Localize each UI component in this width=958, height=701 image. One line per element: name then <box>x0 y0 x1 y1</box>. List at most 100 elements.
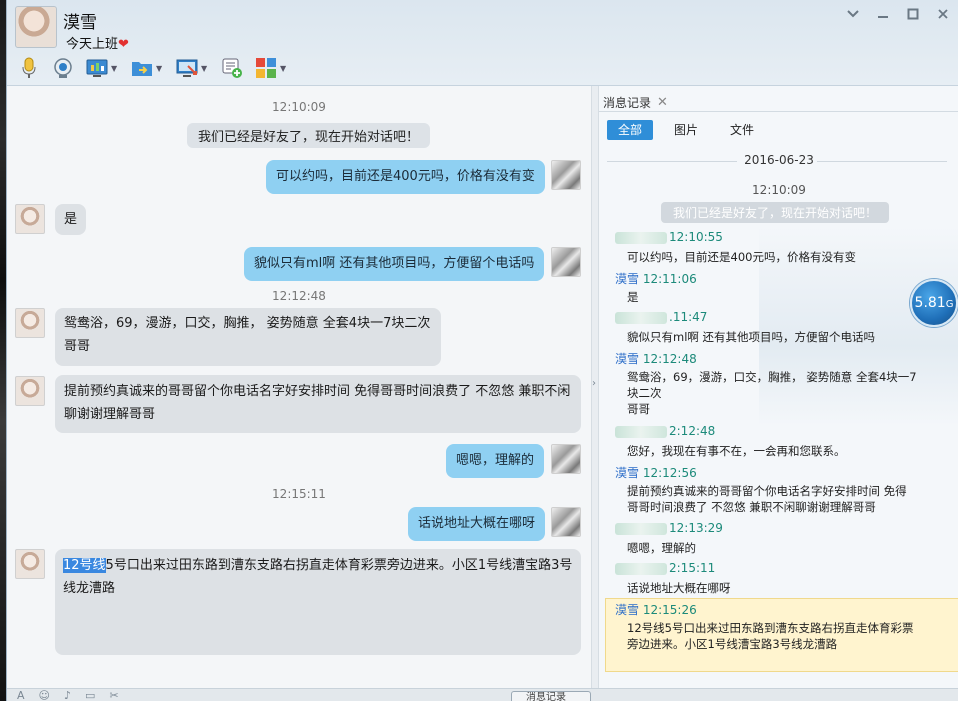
chat-window: 漠雪 今天上班❤ ▼ ▼ ▼ ▼ 12:10:09 我们已经是好友了，现在开始对… <box>6 0 958 701</box>
chevron-right-icon[interactable]: › <box>592 378 599 389</box>
contact-name[interactable]: 漠雪 <box>63 8 97 33</box>
history-entry-text[interactable]: 话说地址大概在哪呀 <box>627 580 932 596</box>
my-avatar[interactable] <box>551 507 581 537</box>
history-entry-text[interactable]: 是 <box>627 289 932 305</box>
screen-share-icon <box>86 57 108 79</box>
input-toolbar: A ☺ ♪ ▭ ✂ 消息记录 <box>7 688 958 701</box>
maximize-icon[interactable] <box>905 8 921 24</box>
contact-avatar-small[interactable] <box>15 204 45 234</box>
system-message: 我们已经是好友了，现在开始对话吧！ <box>187 123 431 148</box>
minimize-icon[interactable] <box>875 8 891 24</box>
caret-down-icon[interactable]: ▼ <box>201 64 209 73</box>
history-entry-meta: 2:15:11 <box>615 561 715 575</box>
entry-line: 哥哥 <box>627 402 650 416</box>
history-entry-text[interactable]: 鸳鸯浴，69，漫游，口交，胸推， 姿势随意 全套4块一7 块二次 哥哥 <box>627 369 932 417</box>
filter-files[interactable]: 文件 <box>719 120 765 140</box>
blurred-name <box>615 522 667 535</box>
message-bubble-outgoing[interactable]: 貌似只有ml啊 还有其他项目吗，方便留个电话吗 <box>244 247 545 281</box>
entry-name: 漠雪 <box>615 466 640 480</box>
entry-line: 12号线5号口出来过田东路到漕东支路右拐直走体育彩票 <box>627 621 914 635</box>
blurred-name <box>615 425 667 438</box>
screen-share-button[interactable]: ▼ <box>83 55 122 81</box>
close-icon[interactable] <box>935 8 951 24</box>
file-transfer-icon <box>131 57 153 79</box>
history-entry-meta: 2:12:48 <box>615 424 715 438</box>
blurred-name <box>615 231 667 244</box>
tab-message-history[interactable]: 消息记录 ✕ <box>603 92 668 112</box>
message-bubble-incoming[interactable]: 提前预约真诚来的哥哥留个你电话名字好安排时间 免得哥哥时间浪费了 不忽悠 兼职不… <box>55 375 581 433</box>
message-bubble-outgoing[interactable]: 嗯嗯，理解的 <box>446 444 545 478</box>
chat-header: 漠雪 今天上班❤ ▼ ▼ ▼ ▼ <box>7 0 958 86</box>
entry-time: 2:15:11 <box>669 561 716 575</box>
apps-button[interactable]: ▼ <box>252 55 291 81</box>
history-filters: 全部 图片 文件 <box>607 120 765 140</box>
entry-name: 漠雪 <box>615 603 640 617</box>
message-line: 哥哥 <box>64 339 91 354</box>
message-bubble-outgoing[interactable]: 可以约吗，目前还是400元吗，价格有没有变 <box>266 160 545 194</box>
entry-line: 提前预约真诚来的哥哥留个你电话名字好安排时间 免得 <box>627 484 907 498</box>
timestamp: 12:15:11 <box>272 487 326 501</box>
chat-toolbar: ▼ ▼ ▼ ▼ <box>15 54 291 82</box>
close-icon[interactable]: ✕ <box>657 95 668 110</box>
my-avatar[interactable] <box>551 160 581 190</box>
shake-icon[interactable]: ♪ <box>64 689 71 701</box>
camera-icon <box>52 57 74 79</box>
screenshot-icon[interactable]: ▭ <box>85 689 95 701</box>
message-bubble-incoming[interactable]: 是 <box>55 204 87 235</box>
speed-value: 5.81 <box>914 295 946 311</box>
speed-unit: G <box>945 299 954 310</box>
history-entry-meta: 12:13:29 <box>615 521 723 535</box>
voice-button[interactable] <box>15 55 43 81</box>
entry-time: 12:13:29 <box>669 521 723 535</box>
chevron-down-icon[interactable] <box>845 8 861 24</box>
message-bubble-outgoing[interactable]: 话说地址大概在哪呀 <box>408 507 546 541</box>
emoji-icon[interactable]: ☺ <box>39 689 50 701</box>
caret-down-icon[interactable]: ▼ <box>280 64 288 73</box>
network-speed-badge[interactable]: 5.81G <box>910 279 958 327</box>
history-entry-meta: 漠雪 12:12:56 <box>615 464 697 481</box>
message-line: 线龙漕路 <box>63 581 116 596</box>
chat-message-area[interactable]: 12:10:09 我们已经是好友了，现在开始对话吧！ 可以约吗，目前还是400元… <box>7 86 591 688</box>
history-entry-meta: 漠雪 12:12:48 <box>615 350 697 367</box>
message-line: 提前预约真诚来的哥哥留个你电话名字好安排时间 免得哥哥时间浪费了 不忽悠 兼职不… <box>64 384 571 399</box>
file-transfer-button[interactable]: ▼ <box>128 55 167 81</box>
message-bubble-incoming[interactable]: 12号线5号口出来过田东路到漕东支路右拐直走体育彩票旁边进来。小区1号线漕宝路3… <box>55 549 581 655</box>
entry-line: 旁边进来。小区1号线漕宝路3号线龙漕路 <box>627 637 838 651</box>
history-panel[interactable]: 消息记录 ✕ 全部 图片 文件 2016-06-23 12:10:09 我们已经… <box>599 86 958 688</box>
blurred-name <box>615 562 667 575</box>
entry-time: 12:15:26 <box>642 603 697 617</box>
entry-name: 漠雪 <box>615 272 640 286</box>
history-entry-text[interactable]: 您好，我现在有事不在，一会再和您联系。 <box>627 443 932 459</box>
history-entry-text[interactable]: 嗯嗯，理解的 <box>627 540 932 556</box>
message-bubble-incoming[interactable]: 鸳鸯浴，69，漫游，口交，胸推， 姿势随意 全套4块一7块二次 哥哥 <box>55 308 441 366</box>
my-avatar[interactable] <box>551 444 581 474</box>
filter-images[interactable]: 图片 <box>663 120 709 140</box>
message-line: 12号线5号口出来过田东路到漕东支路右拐直走体育彩票旁边进来。小区1号线漕宝路3… <box>63 554 573 577</box>
history-entry-text[interactable]: 可以约吗，目前还是400元吗，价格有没有变 <box>627 249 932 265</box>
contact-status: 今天上班❤ <box>66 33 129 52</box>
message-add-icon <box>221 57 243 79</box>
contact-avatar-small[interactable] <box>15 549 45 579</box>
my-avatar[interactable] <box>551 247 581 277</box>
contact-avatar-small[interactable] <box>15 308 45 338</box>
selected-text[interactable]: 12号线 <box>63 558 106 573</box>
scissors-icon[interactable]: ✂ <box>109 689 118 701</box>
entry-name: 漠雪 <box>615 352 640 366</box>
entry-line: 鸳鸯浴，69，漫游，口交，胸推， 姿势随意 全套4块一7 <box>627 370 917 384</box>
history-entry-meta: .11:47 <box>615 310 707 324</box>
history-entry-meta: 漠雪 12:11:06 <box>615 270 697 287</box>
remote-desktop-button[interactable]: ▼ <box>173 55 212 81</box>
remote-desktop-icon <box>176 57 198 79</box>
caret-down-icon[interactable]: ▼ <box>111 64 119 73</box>
contact-avatar[interactable] <box>15 6 57 48</box>
video-button[interactable] <box>49 55 77 81</box>
filter-all[interactable]: 全部 <box>607 120 654 140</box>
contact-avatar-small[interactable] <box>15 376 45 406</box>
caret-down-icon[interactable]: ▼ <box>156 64 164 73</box>
history-entry-text[interactable]: 貌似只有ml啊 还有其他项目吗，方便留个电话吗 <box>627 329 932 345</box>
font-icon[interactable]: A <box>17 689 25 701</box>
message-add-button[interactable] <box>218 55 246 81</box>
history-entry-text[interactable]: 提前预约真诚来的哥哥留个你电话名字好安排时间 免得 哥哥时间浪费了 不忽悠 兼职… <box>627 483 932 515</box>
history-toggle-button[interactable]: 消息记录 <box>511 691 591 701</box>
history-entry-text[interactable]: 12号线5号口出来过田东路到漕东支路右拐直走体育彩票 旁边进来。小区1号线漕宝路… <box>627 620 932 652</box>
